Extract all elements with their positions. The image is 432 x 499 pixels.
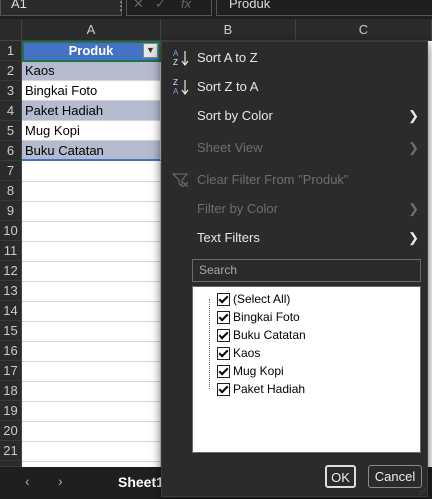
row-header[interactable]: 1 — [0, 41, 22, 61]
list-item-label: Kaos — [233, 346, 261, 360]
cancel-button[interactable]: Cancel — [368, 465, 422, 488]
text-filters-label: Text Filters — [197, 230, 260, 245]
filter-by-color-label: Filter by Color — [197, 201, 278, 216]
table-cell[interactable]: Mug Kopi — [22, 121, 161, 141]
formula-controls: ✕ ✓ fx — [126, 0, 212, 16]
chevron-right-icon: ❯ — [408, 108, 419, 123]
clear-filter-icon — [172, 173, 189, 188]
more-icon: ⋮ — [115, 0, 127, 13]
row-header[interactable]: 20 — [0, 421, 22, 441]
checkbox[interactable] — [217, 311, 230, 324]
sort-descending-icon: Z A — [173, 78, 189, 96]
checkbox[interactable] — [217, 383, 230, 396]
table-cell[interactable]: Bingkai Foto — [22, 81, 161, 101]
table-cell[interactable]: Kaos — [22, 61, 161, 81]
list-item-label: Bingkai Foto — [233, 310, 300, 324]
row-header[interactable]: 11 — [0, 241, 22, 261]
svg-text:Z: Z — [173, 58, 178, 67]
row-header[interactable]: 19 — [0, 401, 22, 421]
sort-ascending-icon: A Z — [173, 49, 189, 67]
row-header[interactable]: 5 — [0, 121, 22, 141]
row-header[interactable]: 2 — [0, 61, 22, 81]
tree-guide — [209, 299, 217, 389]
column-header-a[interactable]: A — [22, 19, 161, 41]
prev-sheet-icon[interactable]: ‹ — [25, 473, 30, 489]
svg-text:Z: Z — [173, 78, 178, 87]
formula-input[interactable]: Produk — [216, 0, 432, 16]
sheet-tab[interactable]: Sheet1 — [118, 474, 164, 490]
sheet-view-item: Sheet View ❯ — [162, 134, 427, 162]
list-item-label: Paket Hadiah — [233, 382, 306, 396]
ok-button[interactable]: OK — [325, 465, 356, 488]
sort-z-to-a-item[interactable]: Z A Sort Z to A — [162, 73, 427, 101]
enter-icon[interactable]: ✓ — [155, 0, 166, 12]
fx-icon[interactable]: fx — [181, 0, 191, 12]
filter-dropdown-button[interactable]: ▼ — [143, 43, 158, 58]
checkbox[interactable] — [217, 329, 230, 342]
row-header[interactable]: 17 — [0, 361, 22, 381]
sort-a-to-z-item[interactable]: A Z Sort A to Z — [162, 44, 427, 72]
clear-filter-item: Clear Filter From "Produk" — [162, 166, 427, 194]
chevron-right-icon: ❯ — [408, 230, 419, 245]
checkbox[interactable] — [217, 365, 230, 378]
list-item-label: (Select All) — [233, 292, 291, 306]
select-all-corner[interactable] — [0, 19, 22, 41]
chevron-right-icon: ❯ — [408, 140, 419, 155]
row-header[interactable]: 8 — [0, 181, 22, 201]
column-header-b[interactable]: B — [161, 19, 296, 41]
row-header[interactable]: 6 — [0, 141, 22, 161]
list-item-label: Mug Kopi — [233, 364, 284, 378]
row-header[interactable]: 4 — [0, 101, 22, 121]
row-header[interactable]: 3 — [0, 81, 22, 101]
table-header-cell[interactable]: Produk — [22, 41, 161, 61]
resize-grip-icon[interactable]: ⋰ — [419, 489, 427, 496]
clear-filter-label: Clear Filter From "Produk" — [197, 172, 349, 187]
sort-by-color-item[interactable]: Sort by Color ❯ — [162, 102, 427, 130]
filter-by-color-item: Filter by Color ❯ — [162, 195, 427, 223]
list-item-label: Buku Catatan — [233, 328, 306, 342]
column-header-c[interactable]: C — [296, 19, 432, 41]
table-cell[interactable]: Buku Catatan — [22, 141, 161, 161]
next-sheet-icon[interactable]: › — [58, 473, 63, 489]
row-header[interactable]: 10 — [0, 221, 22, 241]
name-box[interactable]: A1 — [0, 0, 122, 16]
svg-text:A: A — [173, 87, 179, 96]
search-input[interactable]: Search — [192, 259, 421, 282]
row-header[interactable]: 14 — [0, 301, 22, 321]
grid-body[interactable] — [22, 162, 161, 467]
sheet-view-label: Sheet View — [197, 140, 263, 155]
cancel-icon[interactable]: ✕ — [133, 0, 144, 12]
checkbox[interactable] — [217, 347, 230, 360]
checkbox[interactable] — [217, 293, 230, 306]
filter-value-list[interactable]: (Select All) Bingkai Foto Buku Catatan K… — [192, 286, 421, 453]
row-header[interactable]: 7 — [0, 161, 22, 181]
chevron-right-icon: ❯ — [408, 201, 419, 216]
row-header[interactable]: 18 — [0, 381, 22, 401]
row-header[interactable]: 9 — [0, 201, 22, 221]
sort-a-to-z-label: Sort A to Z — [197, 50, 258, 65]
row-header[interactable]: 13 — [0, 281, 22, 301]
svg-text:A: A — [173, 49, 179, 58]
row-header[interactable]: 21 — [0, 441, 22, 461]
text-filters-item[interactable]: Text Filters ❯ — [162, 224, 427, 252]
sort-z-to-a-label: Sort Z to A — [197, 79, 259, 94]
row-header[interactable]: 12 — [0, 261, 22, 281]
row-header[interactable]: 15 — [0, 321, 22, 341]
autofilter-menu: A Z Sort A to Z Z A Sort Z to A Sort by … — [161, 41, 428, 497]
row-header[interactable]: 16 — [0, 341, 22, 361]
table-cell[interactable]: Paket Hadiah — [22, 101, 161, 121]
sort-by-color-label: Sort by Color — [197, 108, 273, 123]
